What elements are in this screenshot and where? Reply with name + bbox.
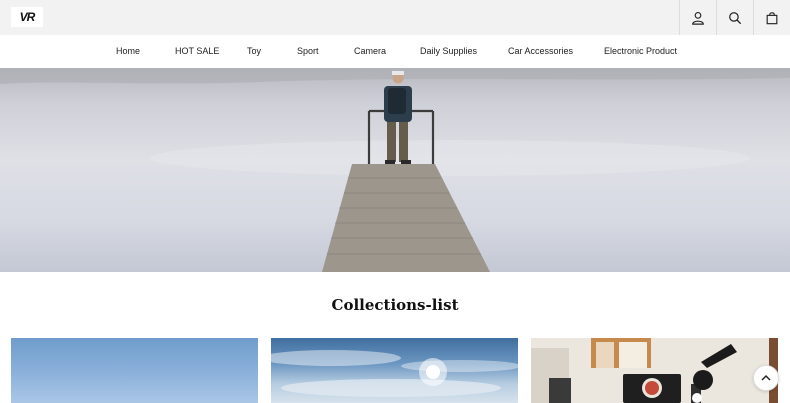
- nav-item-sport[interactable]: Sport: [297, 46, 319, 56]
- chevron-up-icon: [761, 374, 771, 381]
- search-icon: [729, 11, 742, 24]
- nav-item-toy[interactable]: Toy: [247, 46, 261, 56]
- main-nav: Home HOT SALE Toy Sport Camera Daily Sup…: [0, 35, 790, 68]
- nav-item-car-accessories[interactable]: Car Accessories: [508, 46, 573, 56]
- collection-image-sun: [271, 350, 518, 397]
- header-actions: [679, 0, 790, 35]
- nav-item-electronic-product[interactable]: Electronic Product: [604, 46, 677, 56]
- hero-banner[interactable]: [0, 68, 790, 272]
- collections-title: Collections-list: [331, 296, 459, 314]
- top-bar: VR: [0, 0, 790, 35]
- site-logo[interactable]: VR: [11, 7, 43, 27]
- collection-card[interactable]: [531, 338, 778, 403]
- logo-text: VR: [19, 10, 36, 24]
- collection-card[interactable]: [11, 338, 258, 403]
- account-button[interactable]: [679, 0, 716, 35]
- cart-button[interactable]: [753, 0, 790, 35]
- collection-card[interactable]: [271, 338, 518, 403]
- search-button[interactable]: [716, 0, 753, 35]
- collection-image-sky: [11, 338, 258, 403]
- collection-image-desk: [531, 338, 778, 403]
- hero-image: [0, 68, 790, 272]
- cart-icon: [766, 11, 778, 24]
- nav-item-camera[interactable]: Camera: [354, 46, 386, 56]
- nav-item-hot-sale[interactable]: HOT SALE: [175, 46, 219, 56]
- user-icon: [692, 11, 704, 25]
- nav-item-daily-supplies[interactable]: Daily Supplies: [420, 46, 477, 56]
- nav-item-home[interactable]: Home: [116, 46, 140, 56]
- scroll-to-top-button[interactable]: [753, 365, 779, 391]
